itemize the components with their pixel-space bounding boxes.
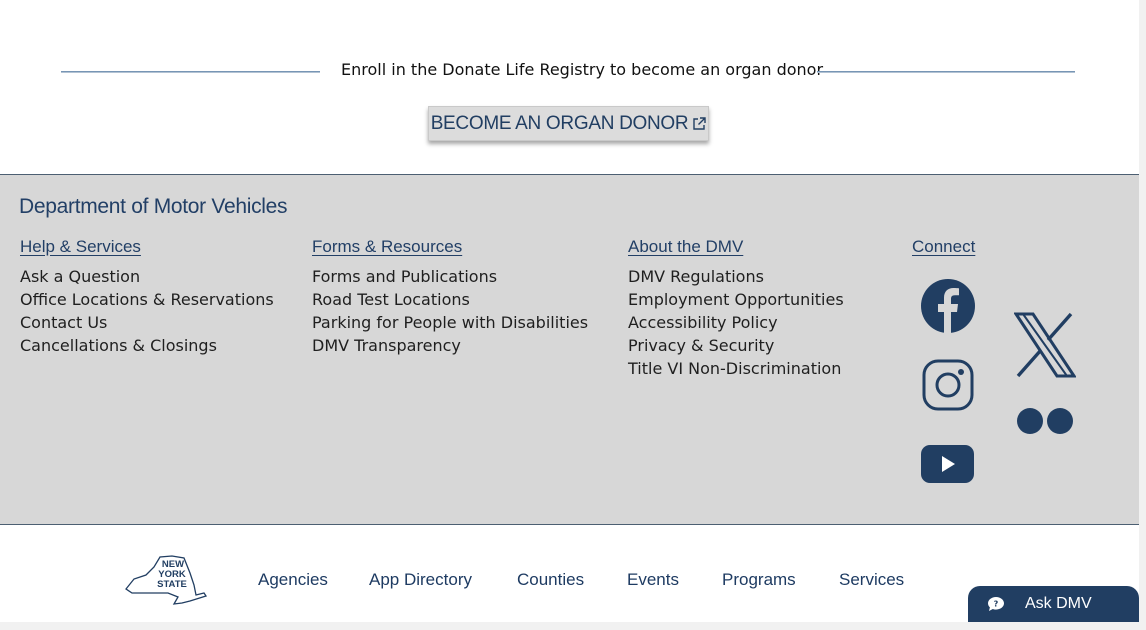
footer-link[interactable]: Contact Us bbox=[20, 311, 274, 334]
nav-agencies[interactable]: Agencies bbox=[258, 570, 328, 590]
youtube-icon[interactable] bbox=[921, 445, 974, 483]
footer-column-about: About the DMV DMV Regulations Employment… bbox=[628, 237, 844, 380]
help-services-heading[interactable]: Help & Services bbox=[20, 237, 274, 257]
instagram-icon[interactable] bbox=[922, 359, 974, 411]
divider-right bbox=[817, 71, 1075, 73]
about-dmv-heading[interactable]: About the DMV bbox=[628, 237, 844, 257]
nav-app-directory[interactable]: App Directory bbox=[369, 570, 472, 590]
ask-dmv-button[interactable]: ? Ask DMV bbox=[968, 586, 1139, 622]
footer-link[interactable]: Accessibility Policy bbox=[628, 311, 844, 334]
external-link-icon bbox=[693, 116, 707, 130]
donor-registry-text: Enroll in the Donate Life Registry to be… bbox=[341, 60, 824, 79]
flickr-icon[interactable] bbox=[1016, 407, 1074, 435]
footer-link[interactable]: Road Test Locations bbox=[312, 288, 588, 311]
divider-left bbox=[61, 71, 320, 73]
x-icon[interactable] bbox=[1014, 312, 1076, 378]
donor-button-label: BECOME AN ORGAN DONOR bbox=[430, 112, 689, 134]
new-york-state-logo[interactable]: NEW YORK STATE bbox=[124, 555, 208, 605]
page: Enroll in the Donate Life Registry to be… bbox=[0, 0, 1139, 622]
footer-link[interactable]: Employment Opportunities bbox=[628, 288, 844, 311]
forms-resources-heading[interactable]: Forms & Resources bbox=[312, 237, 588, 257]
ask-dmv-label: Ask DMV bbox=[1025, 595, 1092, 612]
svg-text:?: ? bbox=[994, 600, 999, 609]
footer-link[interactable]: DMV Transparency bbox=[312, 334, 588, 357]
connect-heading[interactable]: Connect bbox=[912, 237, 975, 257]
nav-programs[interactable]: Programs bbox=[722, 570, 796, 590]
become-organ-donor-button[interactable]: BECOME AN ORGAN DONOR bbox=[428, 106, 709, 141]
footer-link[interactable]: Ask a Question bbox=[20, 265, 274, 288]
footer-link[interactable]: Cancellations & Closings bbox=[20, 334, 274, 357]
footer-link[interactable]: DMV Regulations bbox=[628, 265, 844, 288]
footer-link[interactable]: Office Locations & Reservations bbox=[20, 288, 274, 311]
nav-events[interactable]: Events bbox=[627, 570, 679, 590]
footer-link[interactable]: Forms and Publications bbox=[312, 265, 588, 288]
footer-link[interactable]: Title VI Non-Discrimination bbox=[628, 357, 844, 380]
scrollbar-gutter bbox=[1139, 0, 1146, 630]
site-footer: Department of Motor Vehicles Help & Serv… bbox=[0, 174, 1139, 525]
footer-link[interactable]: Parking for People with Disabilities bbox=[312, 311, 588, 334]
footer-column-connect: Connect bbox=[912, 237, 975, 265]
facebook-icon[interactable] bbox=[921, 279, 975, 333]
footer-column-forms: Forms & Resources Forms and Publications… bbox=[312, 237, 588, 357]
nav-counties[interactable]: Counties bbox=[517, 570, 584, 590]
footer-link[interactable]: Privacy & Security bbox=[628, 334, 844, 357]
chat-question-icon: ? bbox=[988, 597, 1004, 611]
department-title: Department of Motor Vehicles bbox=[19, 195, 288, 218]
nav-services[interactable]: Services bbox=[839, 570, 904, 590]
nys-logo-word-state: STATE bbox=[157, 579, 187, 590]
footer-column-help: Help & Services Ask a Question Office Lo… bbox=[20, 237, 274, 357]
